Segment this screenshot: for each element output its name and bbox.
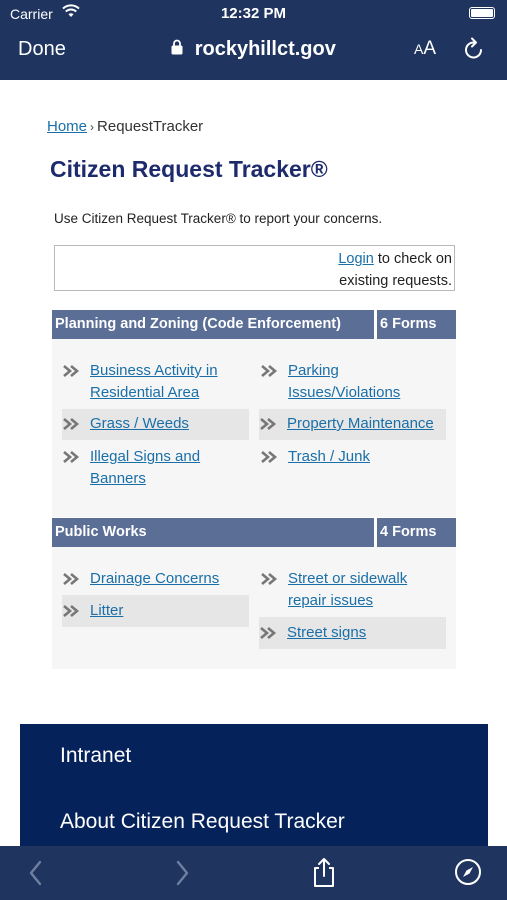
login-link[interactable]: Login xyxy=(338,251,373,267)
form-item[interactable]: Business Activity in Residential Area xyxy=(62,360,250,404)
double-chevron-icon xyxy=(259,622,279,644)
form-item[interactable]: Street or sidewalk repair issues xyxy=(260,568,448,612)
category-header-public-works: Public Works 4 Forms xyxy=(52,518,456,547)
bottom-toolbar xyxy=(0,846,507,900)
form-item[interactable]: Property Maintenance xyxy=(259,409,446,440)
status-bar: Carrier 12:32 PM xyxy=(0,0,507,28)
double-chevron-icon xyxy=(260,568,280,590)
web-content: Home › RequestTracker Citizen Request Trac… xyxy=(0,80,507,846)
form-item[interactable]: Litter xyxy=(62,595,249,627)
form-item[interactable]: Drainage Concerns xyxy=(62,568,250,590)
form-link[interactable]: Grass / Weeds xyxy=(90,415,189,432)
login-text-2: existing requests. xyxy=(339,273,452,289)
double-chevron-icon xyxy=(62,446,82,468)
form-link[interactable]: Litter xyxy=(90,602,123,619)
form-link[interactable]: Illegal Signs and xyxy=(90,448,200,465)
form-link[interactable]: Residential Area xyxy=(90,384,199,401)
clock: 12:32 PM xyxy=(220,5,287,22)
double-chevron-icon xyxy=(259,413,279,435)
text-size-button[interactable]: AA xyxy=(414,38,436,60)
form-link[interactable]: Business Activity in xyxy=(90,362,218,379)
category-name: Public Works xyxy=(52,518,374,547)
compass-icon[interactable] xyxy=(454,858,482,891)
login-box: Login to check on existing requests. xyxy=(54,245,455,291)
back-chevron-icon[interactable] xyxy=(26,858,46,893)
form-link[interactable]: Street signs xyxy=(287,624,366,641)
text-size-small: A xyxy=(414,41,424,57)
category-body-public-works: Drainage Concerns Street or sidewalk repa… xyxy=(52,547,456,669)
form-item[interactable]: Parking Issues/Violations xyxy=(260,360,448,404)
browser-toolbar: Done rockyhillct.gov AA xyxy=(0,28,507,80)
intro-text: Use Citizen Request Tracker® to report y… xyxy=(54,211,383,226)
footer-link-about[interactable]: About Citizen Request Tracker xyxy=(60,810,345,834)
breadcrumb: Home › RequestTracker xyxy=(47,118,203,135)
double-chevron-icon xyxy=(62,600,82,622)
double-chevron-icon xyxy=(62,360,82,382)
login-text-1: to check on xyxy=(377,251,452,267)
form-link[interactable]: repair issues xyxy=(288,592,373,609)
share-icon[interactable] xyxy=(311,856,337,893)
double-chevron-icon xyxy=(260,446,280,468)
text-size-large: A xyxy=(423,38,437,59)
footer-link-intranet[interactable]: Intranet xyxy=(60,744,131,768)
form-item[interactable]: Street signs xyxy=(259,617,446,649)
category-header-planning: Planning and Zoning (Code Enforcement) 6… xyxy=(52,310,456,339)
site-footer: Intranet About Citizen Request Tracker xyxy=(20,724,488,846)
breadcrumb-home-link[interactable]: Home xyxy=(47,118,87,135)
form-link[interactable]: Drainage Concerns xyxy=(90,570,219,587)
category-count: 4 Forms xyxy=(377,518,456,547)
lock-icon xyxy=(171,38,183,61)
form-link[interactable]: Issues/Violations xyxy=(288,384,400,401)
form-item[interactable]: Grass / Weeds xyxy=(62,409,249,440)
category-count: 6 Forms xyxy=(377,310,456,339)
double-chevron-icon xyxy=(260,360,280,382)
form-link[interactable]: Parking xyxy=(288,362,339,379)
category-body-planning: Business Activity in Residential Area Par… xyxy=(52,339,456,517)
forward-chevron-icon[interactable] xyxy=(172,858,192,893)
form-link[interactable]: Property Maintenance xyxy=(287,415,434,432)
page-title: Citizen Request Tracker® xyxy=(50,156,328,182)
reload-icon[interactable] xyxy=(463,37,485,66)
form-link[interactable]: Banners xyxy=(90,470,146,487)
double-chevron-icon xyxy=(62,568,82,590)
url-text: rockyhillct.gov xyxy=(194,38,336,60)
battery-icon xyxy=(469,7,495,19)
breadcrumb-separator: › xyxy=(90,120,95,134)
form-item[interactable]: Illegal Signs and Banners xyxy=(62,446,250,490)
form-link[interactable]: Street or sidewalk xyxy=(288,570,407,587)
double-chevron-icon xyxy=(62,413,82,435)
category-name: Planning and Zoning (Code Enforcement) xyxy=(52,310,374,339)
form-item[interactable]: Trash / Junk xyxy=(260,446,448,468)
breadcrumb-current: RequestTracker xyxy=(97,118,204,135)
form-link[interactable]: Trash / Junk xyxy=(288,448,370,465)
